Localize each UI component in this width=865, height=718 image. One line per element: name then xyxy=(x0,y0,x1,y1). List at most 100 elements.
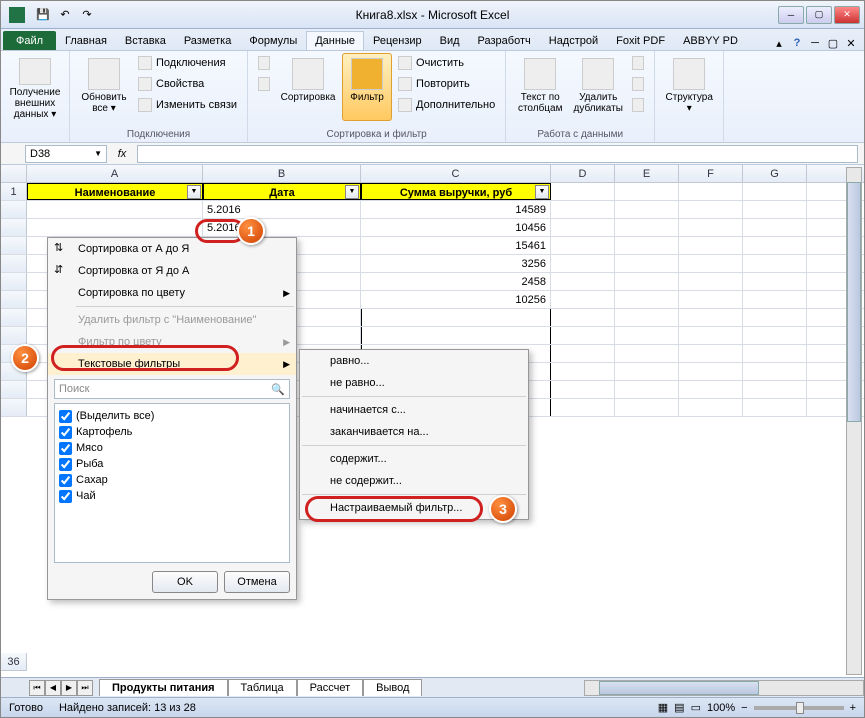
cell[interactable]: 2458 xyxy=(361,273,551,290)
not-contains-item[interactable]: не содержит... xyxy=(300,470,528,492)
save-icon[interactable]: 💾 xyxy=(33,5,53,25)
close-button[interactable]: ✕ xyxy=(834,6,860,24)
filter-button[interactable]: Фильтр xyxy=(342,53,392,121)
filter-checkbox-item[interactable]: Рыба xyxy=(59,456,285,472)
filter-dropdown-a[interactable]: ▼ xyxy=(187,185,201,199)
tab-formulas[interactable]: Формулы xyxy=(240,31,306,50)
col-header-d[interactable]: D xyxy=(551,165,615,182)
cancel-button[interactable]: Отмена xyxy=(224,571,290,593)
filter-checkbox-item[interactable]: Картофель xyxy=(59,424,285,440)
sheet-next-icon[interactable]: ▶ xyxy=(61,680,77,696)
cell[interactable] xyxy=(27,219,203,236)
cell[interactable]: 15461 xyxy=(361,237,551,254)
properties-button[interactable]: Свойства xyxy=(134,74,241,94)
structure-button[interactable]: Структура ▾ xyxy=(661,53,717,121)
chevron-down-icon[interactable]: ▼ xyxy=(94,149,102,158)
filter-dropdown-c[interactable]: ▼ xyxy=(535,185,549,199)
edit-links-button[interactable]: Изменить связи xyxy=(134,95,241,115)
consolidate-button[interactable] xyxy=(628,74,648,94)
minimize-button[interactable]: ─ xyxy=(778,6,804,24)
sheet-last-icon[interactable]: ⏭ xyxy=(77,680,93,696)
filter-checkbox-item[interactable]: Сахар xyxy=(59,472,285,488)
horizontal-scrollbar[interactable] xyxy=(584,680,864,696)
header-revenue[interactable]: Сумма выручки, руб▼ xyxy=(361,183,551,200)
sheet-prev-icon[interactable]: ◀ xyxy=(45,680,61,696)
slider-thumb[interactable] xyxy=(796,702,804,714)
sort-za-button[interactable] xyxy=(254,74,274,94)
sheet-tab-3[interactable]: Вывод xyxy=(363,679,422,696)
sheet-tab-active[interactable]: Продукты питания xyxy=(99,679,228,696)
tab-foxit[interactable]: Foxit PDF xyxy=(607,31,674,50)
cell[interactable] xyxy=(27,201,203,218)
col-header-b[interactable]: B xyxy=(203,165,361,182)
tab-developer[interactable]: Разработч xyxy=(469,31,540,50)
row-header-36[interactable]: 36 xyxy=(1,653,27,671)
row-header[interactable] xyxy=(1,309,27,326)
tab-layout[interactable]: Разметка xyxy=(175,31,241,50)
col-header-e[interactable]: E xyxy=(615,165,679,182)
checkbox[interactable] xyxy=(59,490,72,503)
remove-duplicates-button[interactable]: Удалить дубликаты xyxy=(570,53,626,121)
tab-data[interactable]: Данные xyxy=(306,31,364,50)
fx-button[interactable]: fx xyxy=(113,145,131,163)
tab-insert[interactable]: Вставка xyxy=(116,31,175,50)
filter-checkbox-item[interactable]: Мясо xyxy=(59,440,285,456)
not-equals-item[interactable]: не равно... xyxy=(300,372,528,394)
text-to-columns-button[interactable]: Текст по столбцам xyxy=(512,53,568,121)
checkbox[interactable] xyxy=(59,426,72,439)
row-header[interactable] xyxy=(1,327,27,344)
tab-review[interactable]: Рецензир xyxy=(364,31,431,50)
sheet-tab-1[interactable]: Таблица xyxy=(228,679,297,696)
checkbox[interactable] xyxy=(59,474,72,487)
name-box[interactable]: D38 ▼ xyxy=(25,145,107,163)
whatif-button[interactable] xyxy=(628,95,648,115)
connections-button[interactable]: Подключения xyxy=(134,53,241,73)
cell[interactable]: 5.2016 xyxy=(203,201,361,218)
filter-search-input[interactable]: Поиск🔍 xyxy=(54,379,290,399)
filter-checkbox-item[interactable]: Чай xyxy=(59,488,285,504)
header-date[interactable]: Дата▼ xyxy=(203,183,361,200)
get-external-data-button[interactable]: Получение внешних данных ▾ xyxy=(7,53,63,121)
col-header-a[interactable]: A xyxy=(27,165,203,182)
checkbox[interactable] xyxy=(59,410,72,423)
cell[interactable]: 10456 xyxy=(361,219,551,236)
begins-with-item[interactable]: начинается с... xyxy=(300,399,528,421)
scrollbar-thumb[interactable] xyxy=(847,182,861,422)
row-header[interactable] xyxy=(1,219,27,236)
sheet-first-icon[interactable]: ⏮ xyxy=(29,680,45,696)
redo-icon[interactable]: ↷ xyxy=(77,5,97,25)
undo-icon[interactable]: ↶ xyxy=(55,5,75,25)
sort-az-button[interactable] xyxy=(254,53,274,73)
cell[interactable]: 10256 xyxy=(361,291,551,308)
view-pagebreak-icon[interactable]: ▭ xyxy=(691,701,701,714)
row-header[interactable] xyxy=(1,273,27,290)
row-header[interactable] xyxy=(1,237,27,254)
sort-button[interactable]: Сортировка xyxy=(276,53,340,121)
cell[interactable]: 3256 xyxy=(361,255,551,272)
select-all-corner[interactable] xyxy=(1,165,27,182)
checkbox[interactable] xyxy=(59,458,72,471)
view-layout-icon[interactable]: ▤ xyxy=(674,701,684,714)
checkbox[interactable] xyxy=(59,442,72,455)
tab-view[interactable]: Вид xyxy=(431,31,469,50)
equals-item[interactable]: равно... xyxy=(300,350,528,372)
col-header-g[interactable]: G xyxy=(743,165,807,182)
reapply-filter-button[interactable]: Повторить xyxy=(394,74,499,94)
sort-by-color-item[interactable]: Сортировка по цвету▶ xyxy=(48,282,296,304)
row-header[interactable] xyxy=(1,201,27,218)
minimize-ribbon-icon[interactable]: ▴ xyxy=(772,36,786,50)
contains-item[interactable]: содержит... xyxy=(300,448,528,470)
filter-dropdown-b[interactable]: ▼ xyxy=(345,185,359,199)
tab-addins[interactable]: Надстрой xyxy=(540,31,607,50)
tab-file[interactable]: Файл xyxy=(3,31,56,50)
zoom-out-button[interactable]: − xyxy=(741,702,747,714)
data-validation-button[interactable] xyxy=(628,53,648,73)
help-icon[interactable]: ? xyxy=(790,36,804,50)
scrollbar-thumb[interactable] xyxy=(599,681,759,695)
header-name[interactable]: Наименование▼ xyxy=(27,183,203,200)
view-normal-icon[interactable]: ▦ xyxy=(658,701,668,714)
col-header-c[interactable]: C xyxy=(361,165,551,182)
advanced-filter-button[interactable]: Дополнительно xyxy=(394,95,499,115)
row-header[interactable] xyxy=(1,255,27,272)
mdi-minimize-icon[interactable]: ─ xyxy=(808,36,822,50)
